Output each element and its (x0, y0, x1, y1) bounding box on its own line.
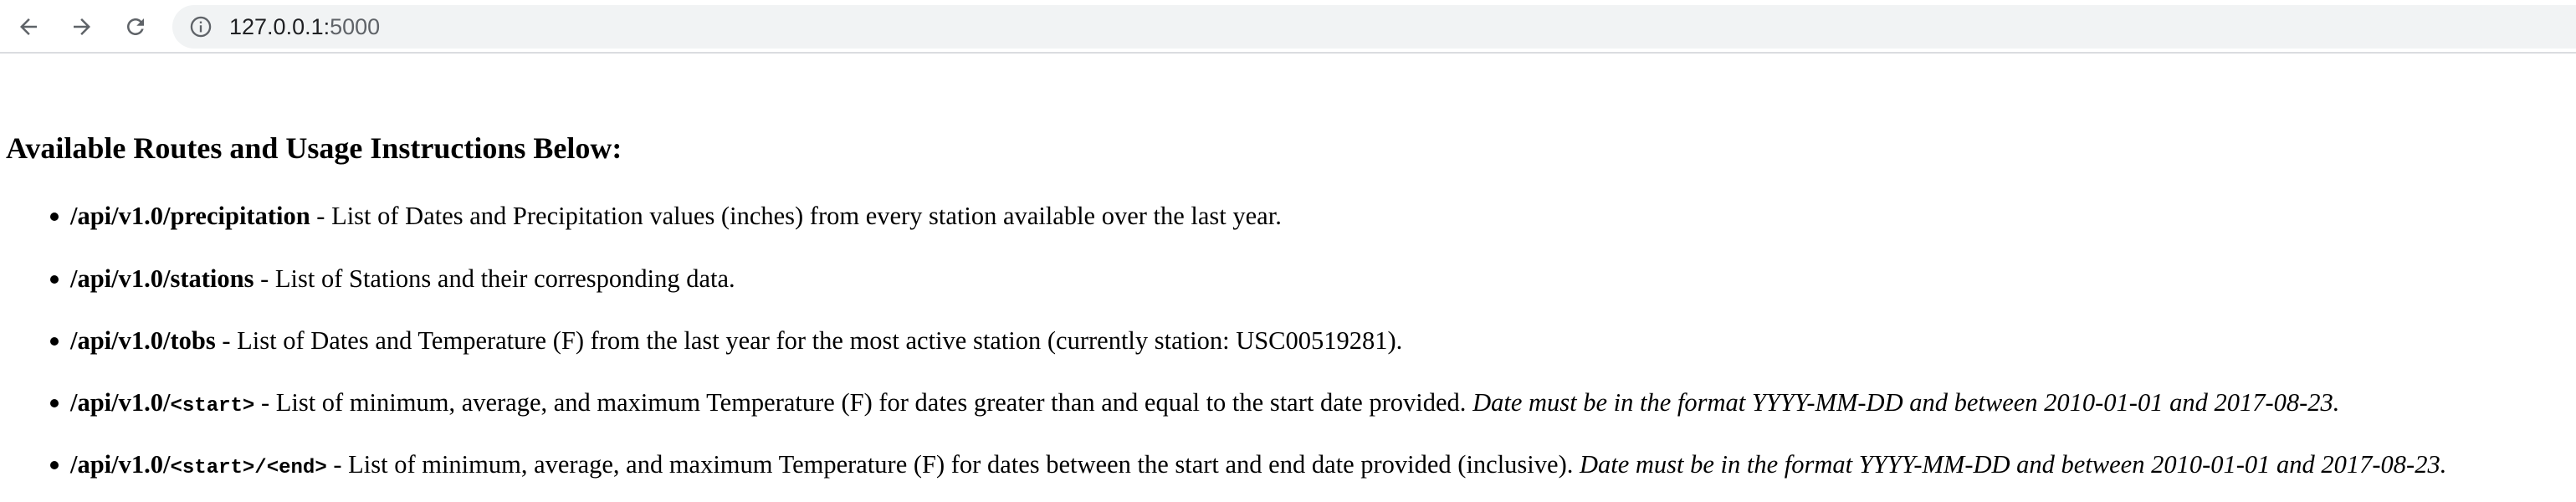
route-description: - List of Dates and Temperature (F) from… (215, 326, 1403, 355)
list-item: /api/v1.0/precipitation - List of Dates … (50, 201, 1282, 232)
route-path: /api/v1.0/<start> (70, 388, 254, 417)
route-path: /api/v1.0/precipitation (70, 202, 310, 230)
back-button[interactable] (10, 8, 47, 45)
bullet-icon (50, 213, 59, 221)
bullet-icon (50, 275, 59, 284)
list-item: /api/v1.0/<start>/<end> - List of minimu… (50, 449, 2447, 481)
route-path-param: <start> (170, 395, 255, 417)
arrow-right-icon (74, 18, 90, 35)
bullet-icon (50, 399, 59, 407)
info-icon[interactable] (189, 15, 213, 38)
route-description: - List of minimum, average, and maximum … (254, 388, 1473, 417)
route-description: - List of Dates and Precipitation values… (310, 202, 1282, 230)
route-description: - List of Stations and their correspondi… (254, 264, 735, 293)
arrow-left-icon (20, 18, 37, 35)
route-path: /api/v1.0/<start>/<end> (70, 450, 327, 479)
address-bar[interactable]: 127.0.0.1:5000 (172, 5, 2576, 49)
reload-button[interactable] (117, 8, 154, 45)
route-path: /api/v1.0/tobs (70, 326, 216, 355)
route-path: /api/v1.0/stations (70, 264, 254, 293)
url-host: 127.0.0.1: (229, 14, 330, 39)
forward-button[interactable] (64, 8, 100, 45)
bullet-icon (50, 337, 59, 346)
route-path-prefix: /api/v1.0/ (70, 388, 171, 417)
bullet-icon (50, 461, 59, 469)
list-item: /api/v1.0/stations - List of Stations an… (50, 264, 735, 295)
url-port: 5000 (330, 14, 381, 39)
page-heading: Available Routes and Usage Instructions … (6, 131, 622, 165)
url-text[interactable]: 127.0.0.1:5000 (229, 5, 380, 49)
browser-toolbar: 127.0.0.1:5000 (0, 0, 2576, 54)
route-note: Date must be in the format YYYY-MM-DD an… (1472, 388, 2340, 417)
route-path-prefix: /api/v1.0/ (70, 450, 171, 479)
reload-icon (127, 18, 144, 35)
list-item: /api/v1.0/tobs - List of Dates and Tempe… (50, 325, 1403, 356)
list-item: /api/v1.0/<start> - List of minimum, ave… (50, 387, 2340, 419)
route-path-param: <start>/<end> (170, 457, 327, 479)
route-description: - List of minimum, average, and maximum … (326, 450, 1580, 479)
route-note: Date must be in the format YYYY-MM-DD an… (1579, 450, 2447, 479)
